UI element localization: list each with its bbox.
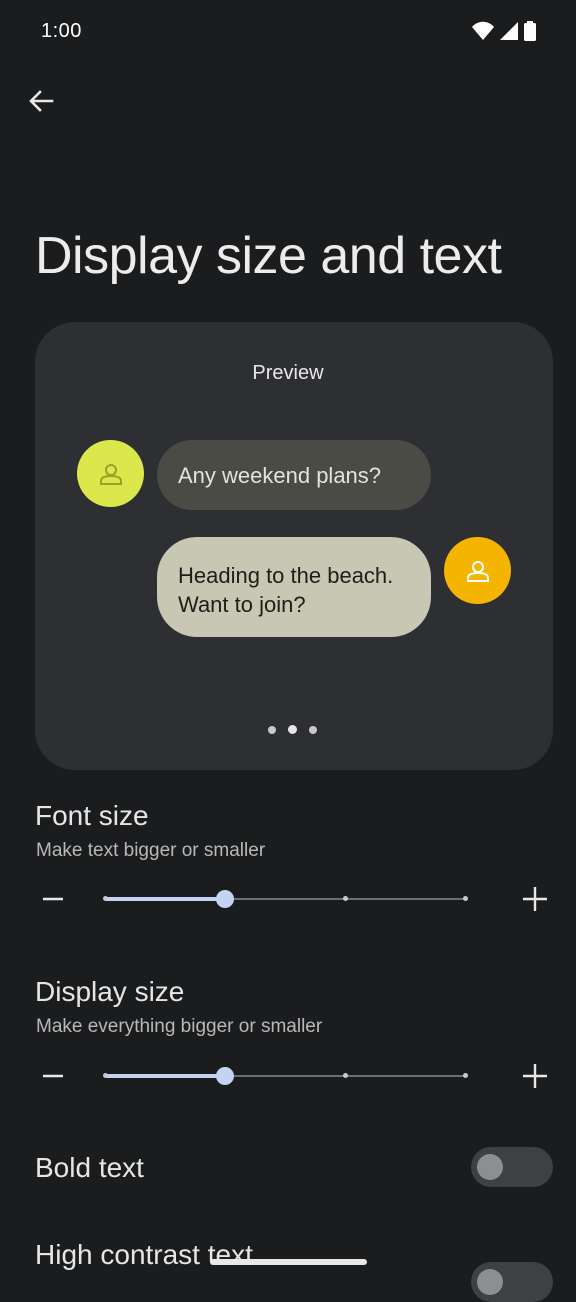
message-text: Any weekend plans? (178, 462, 382, 488)
status-time: 1:00 (41, 20, 82, 42)
slider-tick (103, 896, 108, 901)
message-text-line: Want to join? (178, 592, 306, 617)
font-size-slider-row (0, 879, 576, 919)
slider-tick (343, 896, 348, 901)
high-contrast-text-title: High contrast text (35, 1239, 253, 1270)
avatar (444, 537, 511, 604)
display-size-slider-fill (105, 1074, 225, 1078)
message-bubble-outgoing: Heading to the beach. Want to join? (157, 537, 431, 637)
display-size-title: Display size (35, 976, 185, 1007)
display-size-slider[interactable] (103, 1067, 468, 1085)
toggle-knob (477, 1269, 503, 1295)
status-icons (472, 21, 536, 41)
back-arrow-icon (29, 90, 54, 112)
minus-icon (43, 1074, 63, 1078)
person-icon (99, 463, 122, 485)
font-size-subtitle: Make text bigger or smaller (36, 840, 266, 861)
wifi-icon (472, 21, 494, 40)
avatar (77, 440, 144, 507)
slider-tick (463, 1073, 468, 1078)
page-dot[interactable] (268, 725, 276, 734)
slider-tick (463, 896, 468, 901)
page-dot-active[interactable] (288, 725, 297, 734)
battery-icon (524, 21, 536, 41)
slider-tick (103, 1073, 108, 1078)
status-bar: 1:00 (0, 0, 576, 62)
font-size-slider-fill (105, 897, 225, 901)
high-contrast-text-toggle[interactable] (471, 1262, 553, 1302)
font-size-title: Font size (35, 800, 149, 831)
minus-icon (43, 897, 63, 901)
page-indicator[interactable] (268, 725, 317, 734)
toggle-knob (477, 1154, 503, 1180)
font-size-slider[interactable] (103, 890, 468, 908)
bold-text-toggle[interactable] (471, 1147, 553, 1187)
person-icon (466, 560, 489, 582)
display-size-subtitle: Make everything bigger or smaller (36, 1016, 323, 1037)
cellular-signal-icon (500, 22, 518, 40)
back-button[interactable] (22, 82, 60, 120)
message-bubble-incoming: Any weekend plans? (157, 440, 431, 510)
font-size-slider-thumb[interactable] (216, 890, 234, 908)
home-indicator[interactable] (210, 1259, 367, 1265)
plus-icon (523, 887, 547, 911)
plus-icon (523, 1064, 547, 1088)
display-size-increase-button[interactable] (515, 1056, 555, 1096)
display-size-slider-row (0, 1056, 576, 1096)
font-size-increase-button[interactable] (515, 879, 555, 919)
bold-text-title: Bold text (35, 1152, 144, 1183)
message-text-line: Heading to the beach. (178, 563, 394, 588)
display-size-slider-thumb[interactable] (216, 1067, 234, 1085)
slider-tick (343, 1073, 348, 1078)
display-size-decrease-button[interactable] (33, 1056, 73, 1096)
preview-title: Preview (252, 362, 324, 384)
page-title: Display size and text (35, 227, 502, 285)
page-dot[interactable] (309, 725, 317, 734)
font-size-decrease-button[interactable] (33, 879, 73, 919)
